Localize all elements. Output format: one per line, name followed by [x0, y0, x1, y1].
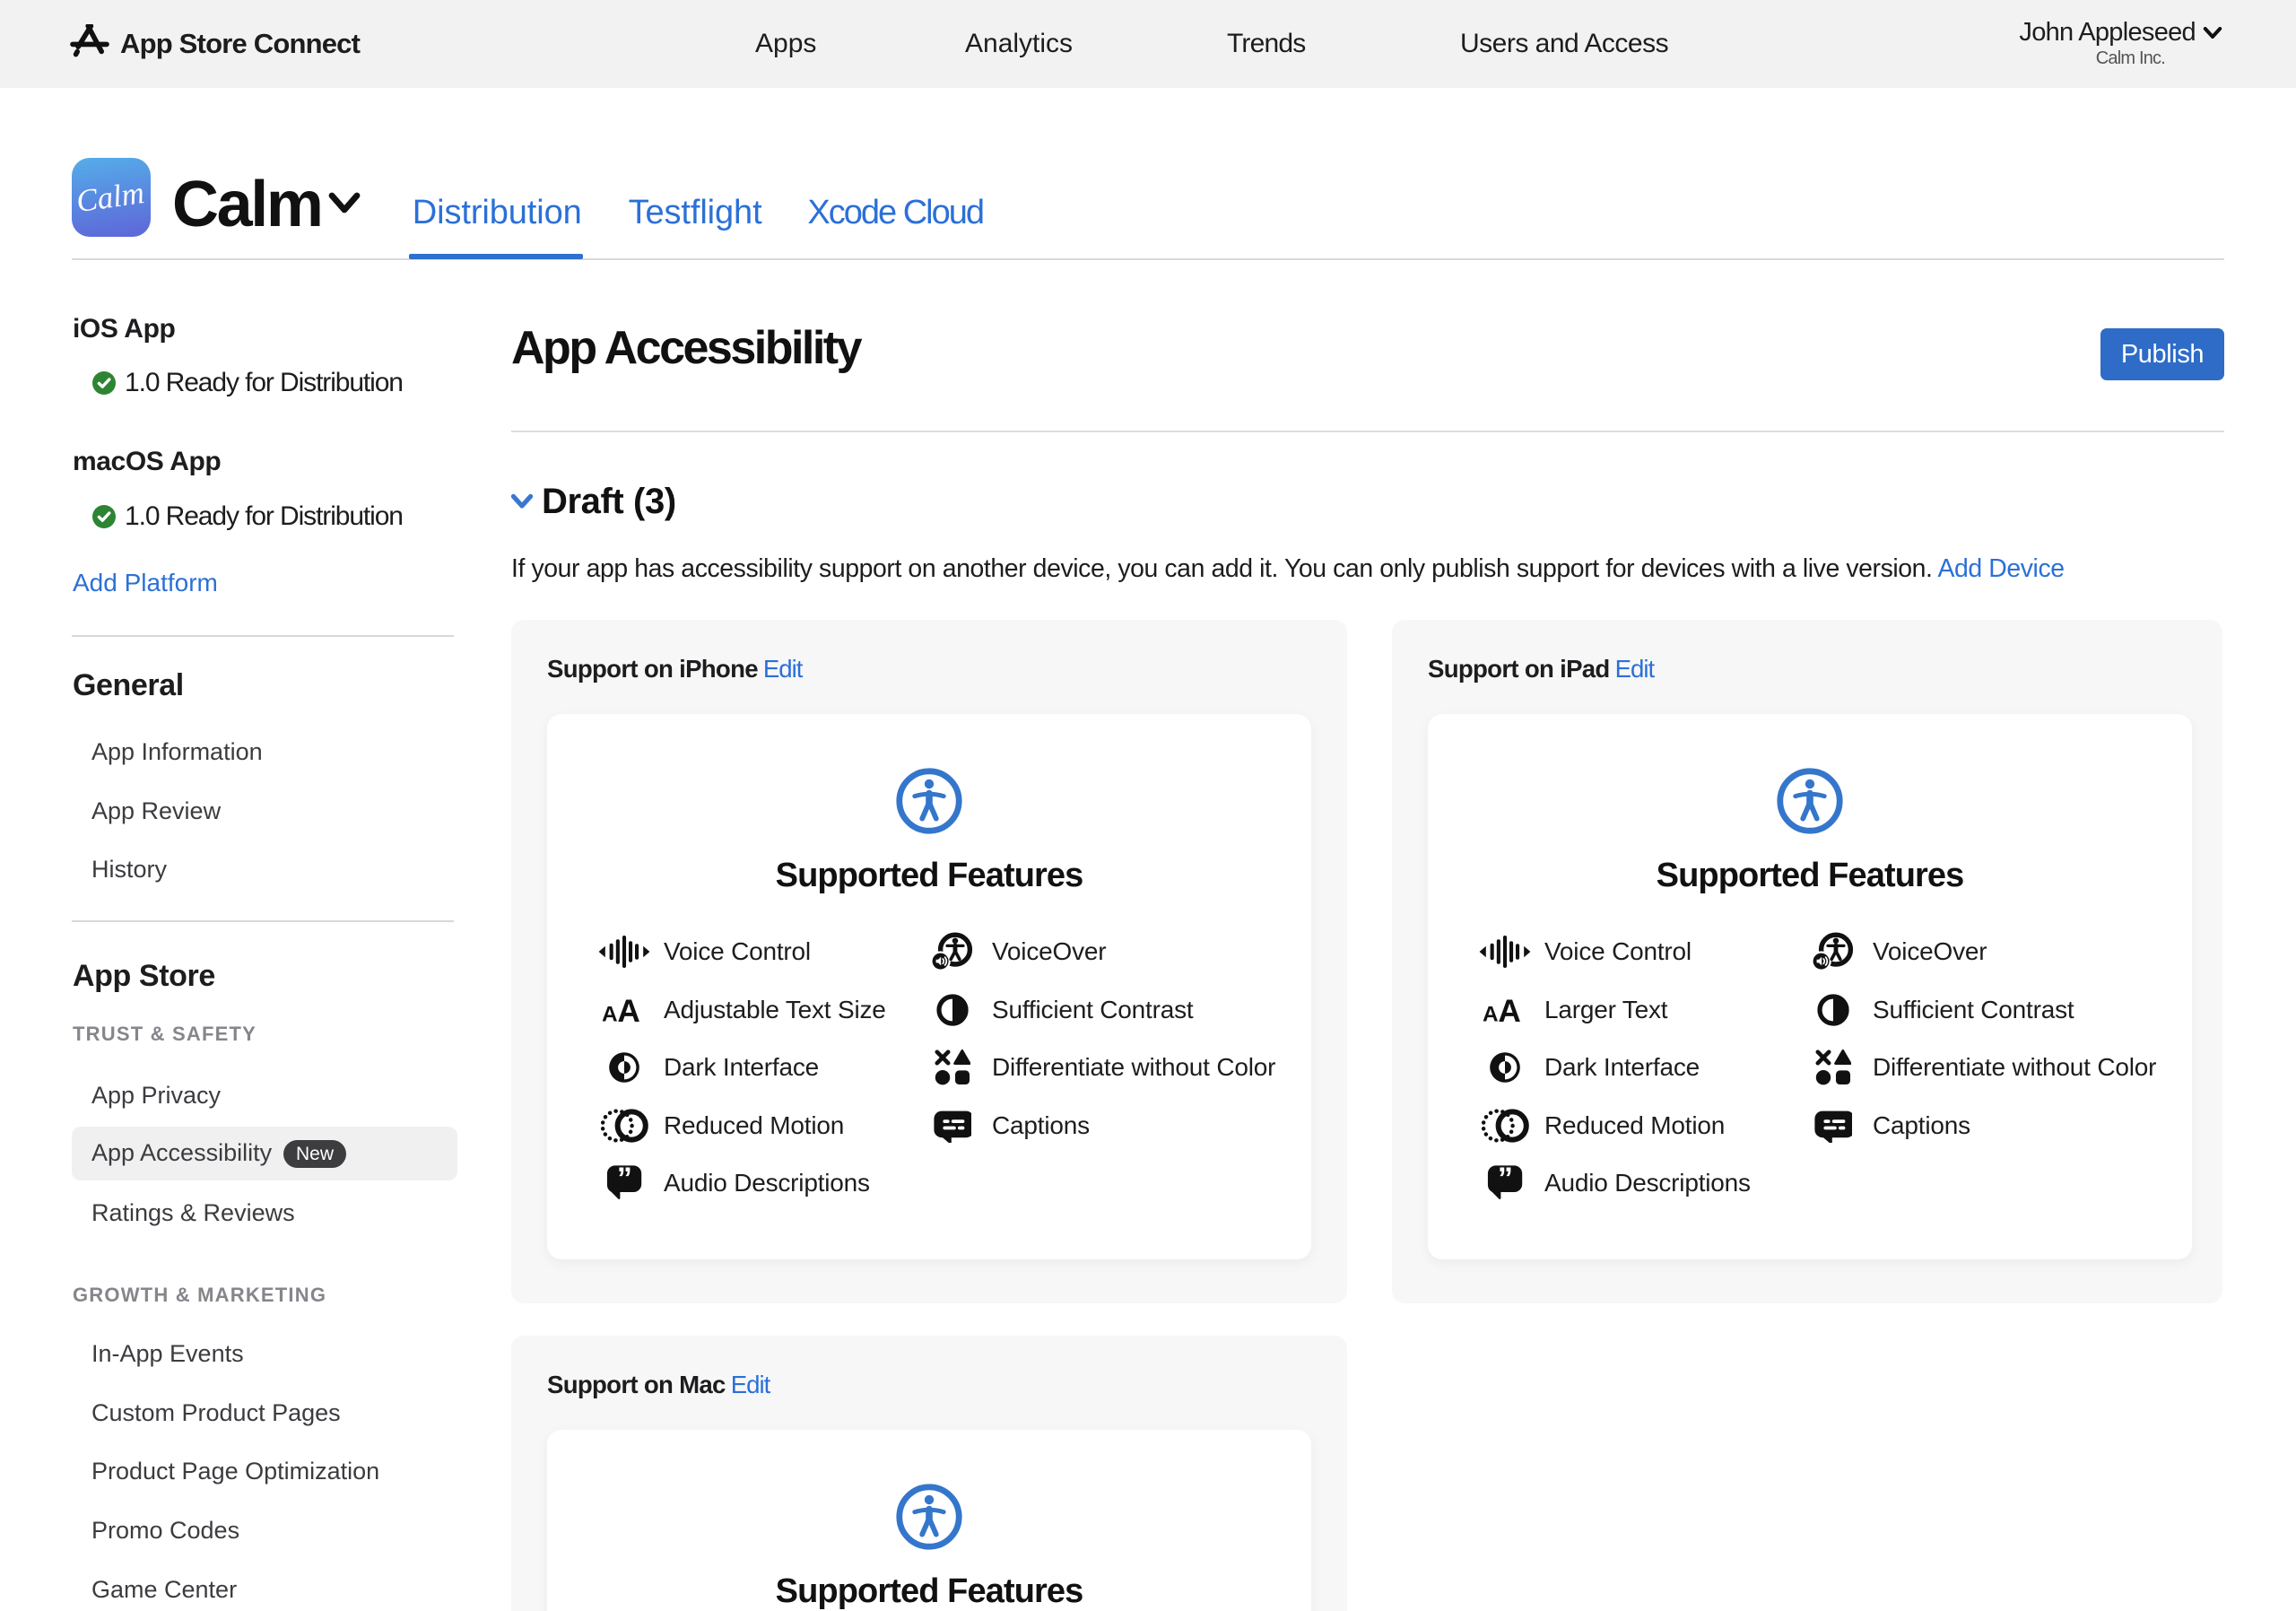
svg-text:”: ” — [617, 1164, 632, 1196]
svg-text:Calm: Calm — [74, 175, 147, 219]
svg-text:A: A — [1498, 993, 1520, 1027]
svg-text:A: A — [1483, 1002, 1498, 1026]
svg-text:”: ” — [1498, 1164, 1513, 1196]
svg-text:A: A — [617, 993, 639, 1027]
svg-text:A: A — [603, 1002, 617, 1026]
